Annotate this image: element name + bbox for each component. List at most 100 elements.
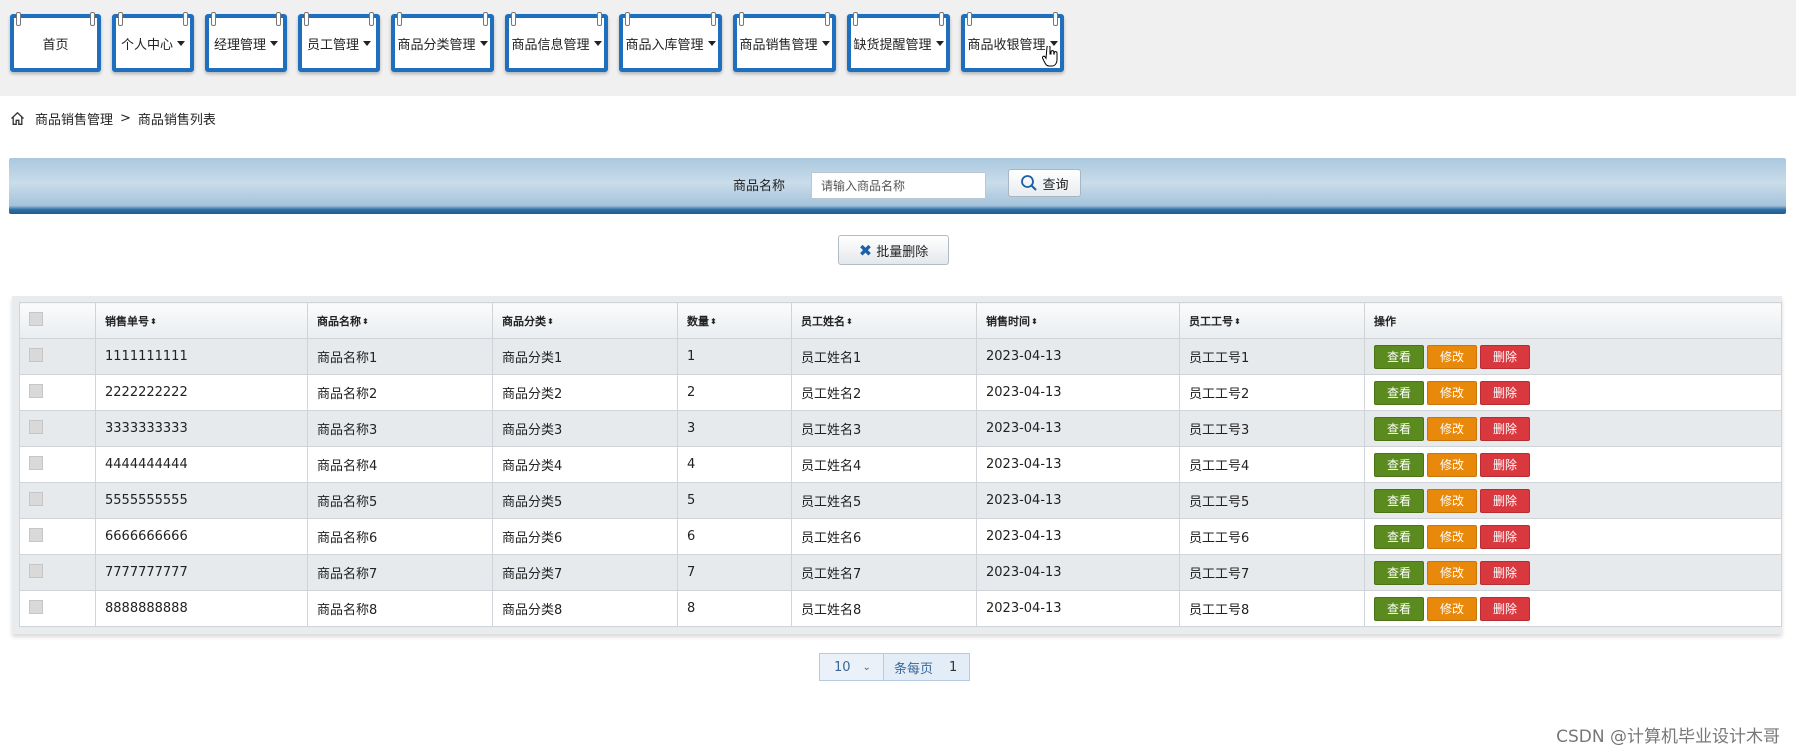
edit-button[interactable]: 修改	[1427, 596, 1477, 621]
delete-button[interactable]: 删除	[1480, 452, 1530, 477]
column-header[interactable]: 员工工号⬍	[1179, 302, 1365, 339]
sales-table-container: 销售单号⬍ 商品名称⬍ 商品分类⬍ 数量⬍ 员工姓名⬍ 销售时间⬍ 员工工号⬍ 操作 1111…	[12, 296, 1782, 634]
row-checkbox[interactable]	[29, 383, 43, 398]
edit-button[interactable]: 修改	[1427, 416, 1477, 441]
row-checkbox[interactable]	[29, 347, 43, 362]
edit-button[interactable]: 修改	[1427, 488, 1477, 513]
table-cell: 员工姓名5	[791, 482, 977, 519]
row-select-cell	[19, 590, 96, 627]
sort-icon[interactable]: ⬍	[150, 317, 157, 326]
column-header[interactable]: 数量⬍	[677, 302, 792, 339]
nav-item-8[interactable]: 缺货提醒管理	[847, 12, 950, 72]
home-icon[interactable]	[10, 111, 25, 126]
nav-item-1[interactable]: 个人中心	[112, 12, 194, 72]
nav-item-2[interactable]: 经理管理	[205, 12, 287, 72]
sort-icon[interactable]: ⬍	[1234, 317, 1241, 326]
table-cell: 2222222222	[95, 374, 308, 411]
sort-icon[interactable]: ⬍	[547, 317, 554, 326]
select-all-checkbox[interactable]	[29, 312, 43, 326]
row-checkbox[interactable]	[29, 563, 43, 578]
caret-down-icon	[821, 40, 830, 46]
select-all-cell	[19, 302, 96, 339]
batch-delete-button[interactable]: ✖ 批量删除	[838, 235, 949, 265]
view-button[interactable]: 查看	[1374, 560, 1424, 585]
edit-button[interactable]: 修改	[1427, 344, 1477, 369]
table-cell: 2023-04-13	[976, 590, 1180, 627]
current-page-number[interactable]: 1	[943, 654, 969, 680]
search-label: 商品名称	[733, 179, 786, 194]
delete-button[interactable]: 删除	[1480, 380, 1530, 405]
column-header[interactable]: 员工姓名⬍	[791, 302, 977, 339]
table-cell: 5	[677, 482, 792, 519]
nav-item-4[interactable]: 商品分类管理	[391, 12, 494, 72]
delete-button[interactable]: 删除	[1480, 488, 1530, 513]
row-select-cell	[19, 338, 96, 375]
nav-item-5[interactable]: 商品信息管理	[505, 12, 608, 72]
sort-icon[interactable]: ⬍	[362, 317, 369, 326]
breadcrumb-section[interactable]: 商品销售管理	[35, 109, 113, 128]
nav-item-label: 缺货提醒管理	[853, 37, 932, 53]
page-size-select[interactable]: 10 ⌄	[820, 654, 884, 680]
nav-item-7[interactable]: 商品销售管理	[733, 12, 836, 72]
column-header[interactable]: 销售单号⬍	[95, 302, 308, 339]
column-header-label: 商品分类	[502, 314, 546, 328]
table-row: 2222222222 商品名称2 商品分类2 2 员工姓名2 2023-04-13 员工工号…	[19, 374, 1782, 411]
row-checkbox[interactable]	[29, 599, 43, 614]
table-cell: 员工工号5	[1179, 482, 1365, 519]
caret-down-icon	[479, 40, 488, 46]
table-cell: 1	[677, 338, 792, 375]
nav-item-0[interactable]: 首页	[10, 12, 101, 72]
row-select-cell	[19, 518, 96, 555]
table-row: 5555555555 商品名称5 商品分类5 5 员工姓名5 2023-04-13 员工工号…	[19, 482, 1782, 519]
sort-icon[interactable]: ⬍	[846, 317, 853, 326]
sort-icon[interactable]: ⬍	[1031, 317, 1038, 326]
watermark: CSDN @计算机毕业设计木哥	[1556, 727, 1780, 747]
nav-item-label: 经理管理	[213, 37, 266, 53]
table-cell: 员工工号6	[1179, 518, 1365, 555]
edit-button[interactable]: 修改	[1427, 560, 1477, 585]
view-button[interactable]: 查看	[1374, 344, 1424, 369]
delete-button[interactable]: 删除	[1480, 560, 1530, 585]
table-cell: 员工工号1	[1179, 338, 1365, 375]
sort-icon[interactable]: ⬍	[710, 317, 717, 326]
view-button[interactable]: 查看	[1374, 488, 1424, 513]
top-navigation-bar: 首页 个人中心 经理管理 员工管理 商品分类管理 商品信息管理 商品入库管理 商品销售管理 缺货…	[0, 0, 1796, 96]
table-cell: 8888888888	[95, 590, 308, 627]
column-header[interactable]: 销售时间⬍	[976, 302, 1180, 339]
table-cell: 商品分类8	[492, 590, 678, 627]
row-checkbox[interactable]	[29, 419, 43, 434]
nav-item-3[interactable]: 员工管理	[298, 12, 380, 72]
table-cell: 员工姓名7	[791, 554, 977, 591]
view-button[interactable]: 查看	[1374, 524, 1424, 549]
table-cell: 2023-04-13	[976, 338, 1180, 375]
delete-button[interactable]: 删除	[1480, 596, 1530, 621]
view-button[interactable]: 查看	[1374, 596, 1424, 621]
delete-button[interactable]: 删除	[1480, 416, 1530, 441]
search-button[interactable]: 查询	[1008, 169, 1081, 197]
row-checkbox[interactable]	[29, 491, 43, 506]
edit-button[interactable]: 修改	[1427, 380, 1477, 405]
delete-button[interactable]: 删除	[1480, 344, 1530, 369]
view-button[interactable]: 查看	[1374, 452, 1424, 477]
table-header-row: 销售单号⬍ 商品名称⬍ 商品分类⬍ 数量⬍ 员工姓名⬍ 销售时间⬍ 员工工号⬍ 操作	[19, 302, 1782, 339]
breadcrumb-current-page: 商品销售列表	[137, 112, 216, 128]
table-cell: 5555555555	[95, 482, 308, 519]
column-header[interactable]: 商品分类⬍	[492, 302, 678, 339]
delete-button[interactable]: 删除	[1480, 524, 1530, 549]
edit-button[interactable]: 修改	[1427, 524, 1477, 549]
table-cell: 商品分类3	[492, 410, 678, 447]
edit-button[interactable]: 修改	[1427, 452, 1477, 477]
table-cell: 员工工号8	[1179, 590, 1365, 627]
view-button[interactable]: 查看	[1374, 416, 1424, 441]
hand-cursor-icon	[1042, 46, 1058, 67]
search-input[interactable]	[811, 172, 986, 199]
caret-down-icon	[177, 40, 185, 46]
column-header[interactable]: 商品名称⬍	[307, 302, 493, 339]
view-button[interactable]: 查看	[1374, 380, 1424, 405]
nav-item-6[interactable]: 商品入库管理	[619, 12, 722, 72]
row-checkbox[interactable]	[29, 455, 43, 470]
column-header: 操作	[1364, 302, 1782, 339]
nav-item-label: 商品分类管理	[397, 37, 476, 53]
row-checkbox[interactable]	[29, 527, 43, 542]
table-cell: 员工工号7	[1179, 554, 1365, 591]
